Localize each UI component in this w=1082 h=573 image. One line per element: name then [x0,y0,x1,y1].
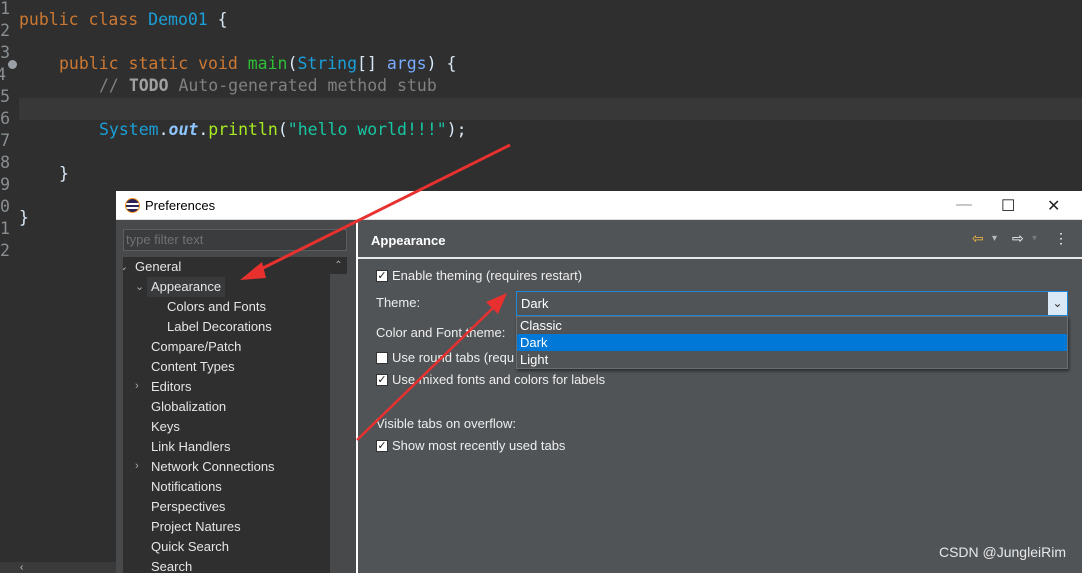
annotation-arrows [240,143,511,441]
arrowhead [240,262,266,280]
watermark: CSDN @JungleiRim [938,544,1066,560]
annotation-arrow-theme [356,305,496,441]
annotation-arrow-appearance [254,143,511,274]
